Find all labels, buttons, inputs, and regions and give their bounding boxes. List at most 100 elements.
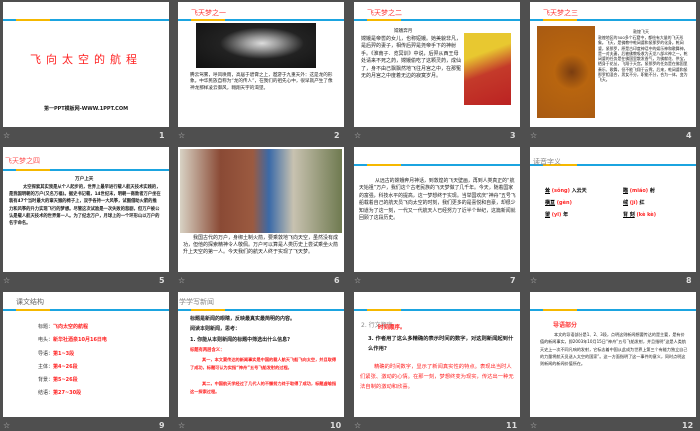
vocab-pinyin: (yī) [551, 212, 562, 218]
structure-key: 结语： [38, 390, 54, 397]
slide-body: 我国古代的万户，身绑土制火箭，要乘敦地飞向天空，虽然没有成功，但他的探索精神令人… [183, 235, 339, 255]
structure-key: 导语： [38, 350, 54, 357]
slide-body: 本文的导语部分是1、2、3段，点明这则新闻想要传达的是主要，是有价值的新闻事实，… [540, 332, 688, 367]
slide-transition-star-icon[interactable]: ☆ [3, 131, 10, 140]
slide-body: 从远古的嫦娥奔月神话，到敦煌的飞天壁画，再到人类真正的“航天始祖”万户，我们这个… [359, 178, 516, 222]
structure-key: 标题： [38, 324, 54, 330]
slide-question: 1. 你能从本则新闻的标题中筛选出什么信息? [190, 337, 291, 343]
slide-title: 飞向太空的航程 [30, 53, 142, 66]
slide-number: 10 [330, 421, 342, 430]
vocab-pinyin: (kè kè) [636, 212, 656, 218]
slide-thumbnail-8[interactable]: 读音字义 耸 (sǒng) 入云天瞄 (miáo) 射横亘 (gèn) 绒 (j… [530, 147, 696, 272]
slide-transition-star-icon[interactable]: ☆ [178, 131, 185, 140]
change-painting-image [464, 33, 511, 105]
slide-transition-star-icon[interactable]: ☆ [3, 276, 10, 285]
slide-title: 导语部分 [553, 322, 578, 329]
slide-body: 敦煌地区的500多个石窟中，都绘有大量的飞天形象。飞天，是佛教中乾闼婆和紧那罗的… [598, 35, 688, 83]
slide-title: 飞天梦之四 [5, 157, 40, 165]
vocab-suffix: 红 [639, 200, 645, 206]
slide-thumbnail-11[interactable]: 2. 行文顺序 时间顺序。 3. 作者用了这么多精确的表示时间的数字，对这则新闻… [354, 292, 520, 417]
vocab-item: 绒 (jí) 红 [623, 199, 683, 206]
slide-thumbnail-1[interactable]: 飞向太空的航程 第一PPT模板网-WWW.1PPT.COM [3, 2, 169, 127]
accent-bar [3, 169, 169, 171]
slide-transition-star-icon[interactable]: ☆ [178, 276, 185, 285]
slide-body: 太空探索其实我是从个人起步的，世界上最早进行载人航天技术实践的，是我国明朝的万户… [9, 185, 161, 227]
structure-value: 飞向太空的航程 [53, 324, 89, 330]
slide-answer: 其二，中国航天学经过了几代人的不懈努力终于取得了成功，标题虚喻指这一探索过程。 [190, 381, 337, 394]
structure-key: 电头： [38, 337, 54, 344]
slide-answer: 精确的时间数字，显示了新闻真实性的特点。表现出当时人们紧张、激动的心情。在那一刻… [360, 364, 514, 390]
slide-title: 飞天梦之二 [367, 9, 402, 17]
vocab-item: 耸 (sǒng) 入云天 [545, 187, 623, 194]
slide-thumbnail-4[interactable]: 飞天梦之三 敦煌飞天 敦煌地区的500多个石窟中，都绘有大量的飞天形象。飞天，是… [530, 2, 696, 127]
structure-key: 主体： [38, 363, 54, 370]
vocab-pinyin: (jí) [629, 200, 638, 206]
slide-number: 11 [506, 421, 518, 430]
slide-thumbnail-7[interactable]: 从远古的嫦娥奔月神话，到敦煌的飞天壁画，再到人类真正的“航天始祖”万户，我们这个… [354, 147, 520, 272]
vocab-item: 横亘 (gèn) [545, 199, 623, 206]
slide-transition-star-icon[interactable]: ☆ [354, 421, 361, 430]
accent-bar [354, 309, 520, 311]
slide-subtitle: 第一PPT模板网-WWW.1PPT.COM [43, 106, 129, 112]
slide-transition-star-icon[interactable]: ☆ [530, 421, 537, 430]
vocab-word: 绒 [623, 200, 629, 206]
wan-hu-statue-image [180, 149, 342, 233]
accent-bar [178, 309, 344, 311]
vocab-suffix: 入云天 [571, 188, 587, 194]
slide-transition-star-icon[interactable]: ☆ [354, 276, 361, 285]
slide-answer: 标题有两层含义： [190, 348, 225, 353]
slide-title: 读音字义 [533, 158, 561, 166]
structure-row: 导语：第1~3段 [38, 348, 107, 361]
slide-number: 3 [510, 131, 516, 140]
slide-body: 嫦娥是帝喾的女儿，也称姮娥。她美貌非凡，是后羿的妻子，相传后羿是尧帝手下的神射手… [361, 36, 462, 80]
vocab-suffix: 射 [649, 188, 655, 194]
slide-transition-star-icon[interactable]: ☆ [530, 131, 537, 140]
structure-value: 第27~30段 [53, 390, 82, 397]
slide-title: 课文结构 [16, 298, 44, 306]
vocab-pinyin: (sǒng) [551, 188, 570, 194]
slide-heading: 嫦娥奔月 [394, 29, 413, 34]
slide-answer-short: 时间顺序。 [378, 325, 406, 331]
structure-key: 背景： [38, 377, 54, 384]
slide-thumbnail-6[interactable]: 我国古代的万户，身绑土制火箭，要乘敦地飞向天空，虽然没有成功，但他的探索精神令人… [178, 147, 344, 272]
slide-answer: 其一，本文要传达的新闻事实是中国的载人航天飞船飞向太空，并且取得了成功，标题可认… [190, 357, 337, 370]
slide-transition-star-icon[interactable]: ☆ [530, 276, 537, 285]
slide-heading: 万户上天 [75, 177, 94, 182]
slide-transition-star-icon[interactable]: ☆ [354, 131, 361, 140]
slide-thumbnail-5[interactable]: 飞天梦之四 万户上天 太空探索其实我是从个人起步的，世界上最早进行载人航天技术实… [3, 147, 169, 272]
slide-thumbnail-3[interactable]: 飞天梦之二 嫦娥奔月 嫦娥是帝喾的女儿，也称姮娥。她美貌非凡，是后羿的妻子，相传… [354, 2, 520, 127]
vocab-pinyin: (gèn) [556, 200, 572, 206]
slide-title: 飞天梦之一 [191, 9, 226, 17]
vocab-word: 背 刻 [623, 212, 635, 218]
slide-thumbnail-2[interactable]: 飞天梦之一 腾云驾雾，呼风唤雨，高居于碧霄之上，遨游于九重天外：这是龙的形象。中… [178, 2, 344, 127]
dunhuang-mural-image [537, 26, 595, 118]
structure-value: 新华社酒泉10月16日电 [53, 337, 107, 344]
slide-number: 9 [159, 421, 165, 430]
accent-bar [178, 19, 344, 21]
slide-number: 2 [334, 131, 340, 140]
vocab-word: 耸 [545, 188, 551, 194]
slide-thumbnail-10[interactable]: 学学写新闻 标题是新闻的眼睛，反映最真实最简明的内容。 阅读本则新闻，思考： 1… [178, 292, 344, 417]
structure-value: 第5~26段 [53, 377, 78, 384]
slide-thumbnail-9[interactable]: 课文结构 标题：飞向太空的航程 电头：新华社酒泉10月16日电 导语：第1~3段 主体… [3, 292, 169, 417]
dragon-image [196, 23, 316, 68]
slide-question: 3. 作者用了这么多精确的表示时间的数字，对这则新闻起到什么作用? [368, 336, 514, 352]
structure-list: 标题：飞向太空的航程 电头：新华社酒泉10月16日电 导语：第1~3段 主体：第4~2… [38, 321, 107, 401]
accent-bar [3, 19, 169, 21]
accent-bar [354, 19, 520, 21]
structure-row: 结语：第27~30段 [38, 387, 107, 400]
vocab-list: 耸 (sǒng) 入云天瞄 (miáo) 射横亘 (gèn) 绒 (jí) 红望… [545, 187, 685, 218]
slide-transition-star-icon[interactable]: ☆ [178, 421, 185, 430]
structure-row: 主体：第4~26段 [38, 361, 107, 374]
vocab-item: 背 刻 (kè kè) [623, 211, 683, 218]
structure-row: 标题：飞向太空的航程 [38, 321, 107, 334]
slide-transition-star-icon[interactable]: ☆ [3, 421, 10, 430]
structure-row: 电头：新华社酒泉10月16日电 [38, 334, 107, 347]
slide-line: 阅读本则新闻，思考： [190, 326, 241, 332]
slide-body: 腾云驾雾，呼风唤雨，高居于碧霄之上，遨游于九重天外：这是龙的形象。中华民族自称为… [190, 73, 333, 91]
structure-value: 第1~3段 [53, 350, 75, 357]
accent-bar [354, 164, 520, 166]
slide-number: 4 [686, 131, 692, 140]
slide-thumbnail-12[interactable]: 导语部分 本文的导语部分是1、2、3段，点明这则新闻想要传达的是主要，是有价值的… [530, 292, 696, 417]
structure-row: 背景：第5~26段 [38, 374, 107, 387]
